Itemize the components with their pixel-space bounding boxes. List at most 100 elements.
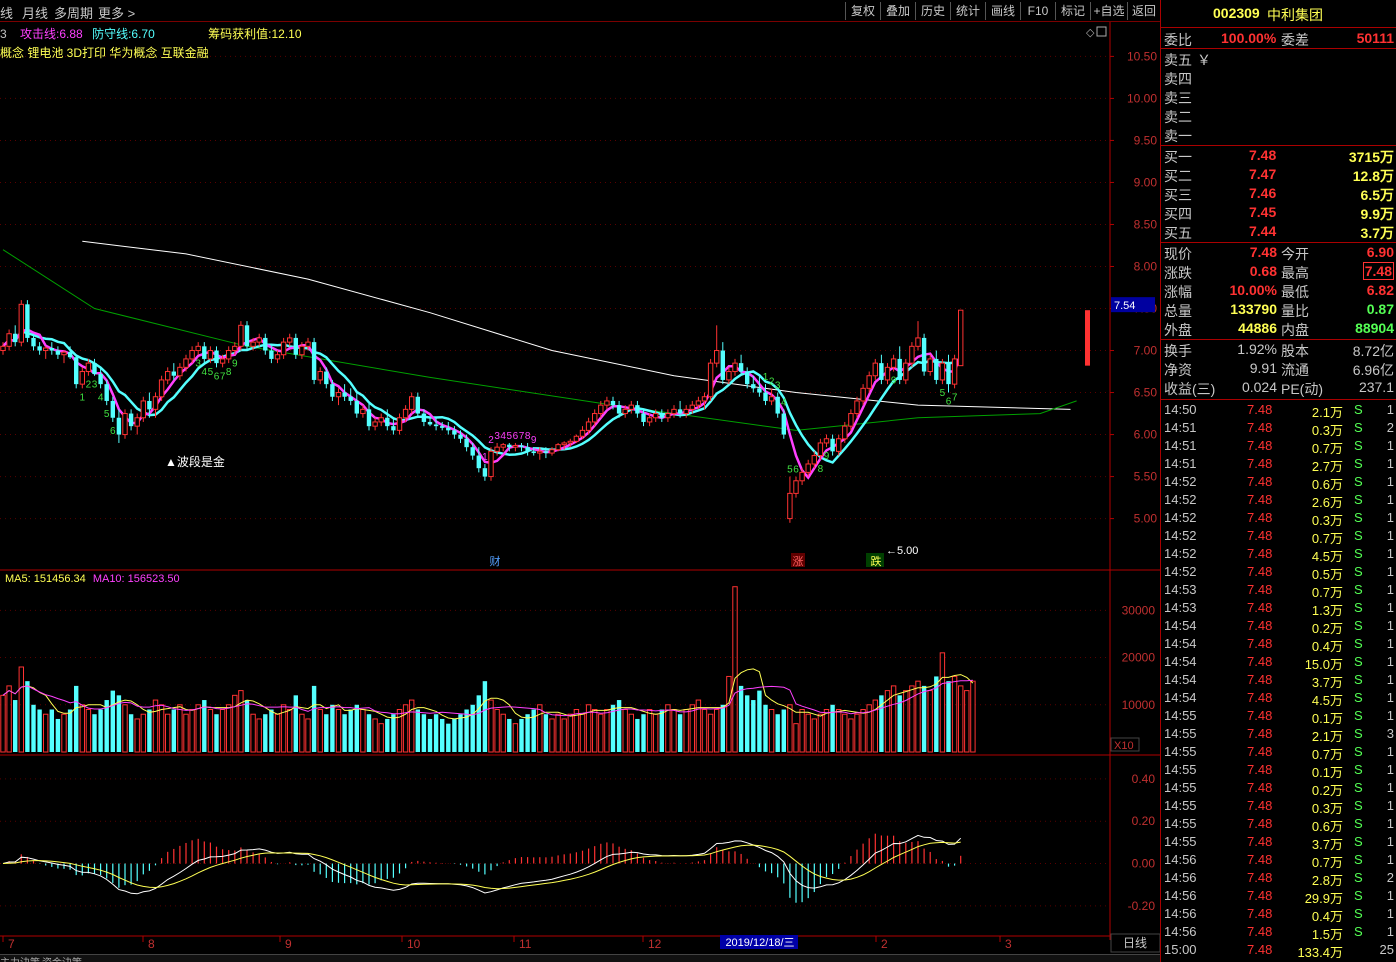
volume-bar-down <box>324 714 329 752</box>
quote-row: 涨跌 0.68 最高 7.48 <box>1161 262 1396 281</box>
tick-count: 1 <box>1386 618 1394 633</box>
fund-value-right: 8.72亿 <box>1352 343 1394 359</box>
tick-row: 14:52 7.48 4.5万 S 1 <box>1161 545 1396 564</box>
candle-body-up <box>158 379 165 398</box>
tick-time: 14:54 <box>1164 654 1197 669</box>
sell-level-4: 卖四 <box>1161 68 1396 87</box>
history-button[interactable]: 历史 <box>915 2 950 20</box>
tick-time: 14:55 <box>1164 708 1197 723</box>
tick-row: 14:52 7.48 2.6万 S 1 <box>1161 491 1396 510</box>
quote-value-right: 6.90 <box>1366 244 1394 260</box>
tick-row: 14:56 7.48 2.8万 S 2 <box>1161 869 1396 888</box>
sell-level-2: 卖二 <box>1161 106 1396 125</box>
tick-row: 14:53 7.48 1.3万 S 1 <box>1161 599 1396 618</box>
candle-body-down <box>366 409 372 427</box>
chip-profit-label: 筹码获利值: <box>208 27 272 41</box>
candle-body-up <box>500 444 506 448</box>
tick-price: 7.48 <box>1247 456 1273 471</box>
sequence-number: 9 <box>232 359 238 370</box>
candle-body-down <box>946 363 951 385</box>
candle-body-down <box>751 384 756 389</box>
tick-price: 7.48 <box>1247 546 1273 561</box>
tick-count: 1 <box>1386 780 1394 795</box>
toolbar-tab-month[interactable]: 月线 <box>22 3 48 22</box>
attack-line-label: 攻击线: <box>20 27 60 41</box>
overlay-button[interactable]: 叠加 <box>880 2 915 20</box>
candle-body-down <box>311 342 317 380</box>
tick-count: 1 <box>1386 438 1394 453</box>
tick-count: 2 <box>1386 420 1394 435</box>
kline-chart[interactable]: 10.5010.009.509.008.508.007.507.006.506.… <box>0 22 1160 954</box>
macd-axis-label: -0.20 <box>1128 899 1156 913</box>
toolbar-more-menu[interactable]: 更多 > <box>98 3 135 22</box>
volume-bar-down <box>311 685 317 752</box>
tick-count: 1 <box>1386 708 1394 723</box>
candle-body-up <box>592 413 598 423</box>
fund-label-left: 收益(三) <box>1164 381 1216 397</box>
candle-body-up <box>646 417 653 423</box>
tick-price: 7.48 <box>1247 420 1273 435</box>
candle-body-down <box>440 426 445 428</box>
vol-ma5-label: MA5: <box>5 573 31 585</box>
tick-time: 14:52 <box>1164 474 1197 489</box>
sequence-number: 4 <box>500 431 506 442</box>
price-axis-label: 10.50 <box>1127 49 1157 63</box>
tick-side: S <box>1354 780 1363 795</box>
back-button[interactable]: 返回 <box>1127 2 1160 20</box>
toolbar-tab-day[interactable]: 线 <box>0 3 13 22</box>
candle-body-down <box>458 434 463 439</box>
add-favorite-button[interactable]: +自选 <box>1090 2 1127 20</box>
mark-button[interactable]: 标记 <box>1055 2 1090 20</box>
f10-button[interactable]: F10 <box>1020 2 1055 20</box>
candle-body-down <box>641 413 646 422</box>
toolbar-tab-multi-period[interactable]: 多周期 <box>54 3 93 22</box>
restore-rights-button[interactable]: 复权 <box>845 2 880 20</box>
statistics-button[interactable]: 统计 <box>950 2 985 20</box>
candle-body-up <box>701 396 708 402</box>
candle-body-up <box>561 442 567 446</box>
tick-row: 14:51 7.48 0.7万 S 1 <box>1161 437 1396 456</box>
tick-side: S <box>1354 546 1363 561</box>
tick-count: 1 <box>1386 600 1394 615</box>
tick-count: 1 <box>1386 852 1394 867</box>
date-axis-label: 3 <box>1005 937 1012 951</box>
indicator-prefix: 3 <box>0 27 7 41</box>
sequence-number: 8 <box>818 464 824 475</box>
candle-body-up <box>372 421 378 427</box>
volume-axis-label: 30000 <box>1122 603 1156 617</box>
volume-bar-down <box>55 718 61 752</box>
candle-body-up <box>805 463 811 473</box>
sell-label: 卖四 <box>1164 71 1192 87</box>
sell-price: ￥ <box>1197 52 1211 68</box>
candle-body-up <box>238 324 244 347</box>
stock-header[interactable]: 002309 中利集团 <box>1161 4 1396 26</box>
draw-line-button[interactable]: 画线 <box>985 2 1020 20</box>
date-axis-label: 12 <box>648 937 662 951</box>
bottom-tab-fund[interactable]: 资金決策 <box>42 954 82 962</box>
candle-body-up <box>695 400 702 406</box>
candle-body-up <box>793 480 799 494</box>
tick-time: 14:52 <box>1164 564 1197 579</box>
candle-body-down <box>482 468 488 477</box>
bottom-tab-main[interactable]: 主力決策 <box>0 954 40 962</box>
buy-price: 7.45 <box>1249 204 1277 220</box>
quote-value-right: 88904 <box>1355 320 1394 336</box>
date-axis-label: 2 <box>881 937 888 951</box>
tick-time: 14:55 <box>1164 744 1197 759</box>
volume-title: MA5: 151456.34 MA10: 156523.50 <box>5 573 180 585</box>
quote-label-right: 内盘 <box>1281 322 1309 338</box>
fund-value-right: 6.96亿 <box>1352 362 1394 378</box>
quote-value-left: 10.00% <box>1229 282 1277 298</box>
volume-bar-down <box>110 690 115 752</box>
quote-label-left: 总量 <box>1164 303 1192 319</box>
sequence-number: 4 <box>202 367 208 378</box>
tick-side: S <box>1354 474 1363 489</box>
last-candle-limit-up <box>1085 310 1090 366</box>
price-axis-label: 6.50 <box>1134 386 1158 400</box>
tick-time: 14:51 <box>1164 420 1197 435</box>
tick-side: S <box>1354 888 1363 903</box>
volume-axis-label: 10000 <box>1122 698 1156 712</box>
volume-bar-down <box>775 714 780 752</box>
candle-body-down <box>342 392 347 397</box>
tick-price: 7.48 <box>1247 744 1273 759</box>
